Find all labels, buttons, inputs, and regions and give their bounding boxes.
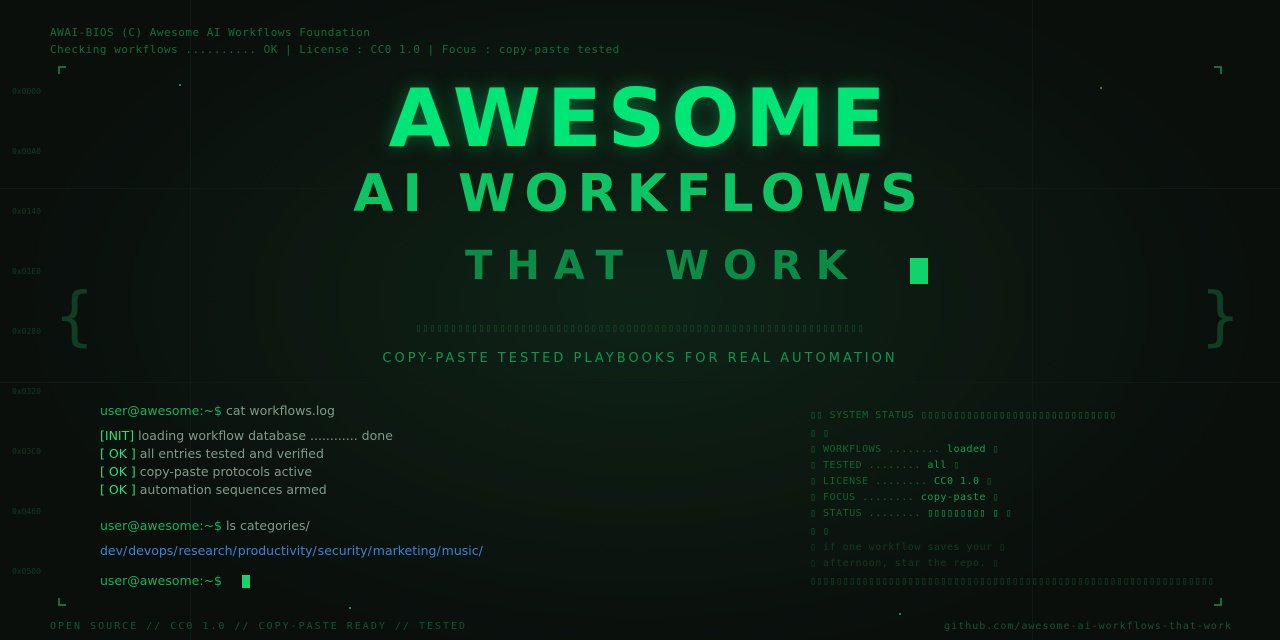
log-text: all entries tested and verified bbox=[139, 446, 324, 461]
log-line: [ OK ] all entries tested and verified bbox=[100, 446, 324, 461]
status-row: ▯ STATUS ........ ▯▯▯▯▯▯▯▯▯ ▯ ▯ bbox=[810, 508, 1012, 519]
status-end: ▯ bbox=[992, 444, 1000, 455]
log-text: automation sequences armed bbox=[139, 482, 327, 497]
status-value: all bbox=[927, 460, 947, 471]
status-end: ▯ bbox=[1005, 508, 1013, 519]
status-row: ▯ FOCUS ........ copy-paste ▯ bbox=[810, 492, 999, 503]
repo-link[interactable]: github.com/awesome-ai-workflows-that-wor… bbox=[944, 621, 1232, 632]
directory-listing: dev/ devops/ research/ productivity/ sec… bbox=[100, 543, 483, 558]
grid-line bbox=[0, 382, 1280, 383]
status-blank: ▯ ▯ bbox=[810, 428, 830, 439]
status-footer: ▯▯▯▯▯▯▯▯▯▯▯▯▯▯▯▯▯▯▯▯▯▯▯▯▯▯▯▯▯▯▯▯▯▯▯▯▯▯▯▯… bbox=[810, 576, 1215, 587]
status-label: ▯ STATUS ........ bbox=[810, 508, 921, 519]
status-label: ▯ WORKFLOWS ........ bbox=[810, 444, 941, 455]
status-row: ▯ LICENSE ........ CC0 1.0 ▯ bbox=[810, 476, 993, 487]
status-label: ▯ FOCUS ........ bbox=[810, 492, 915, 503]
decor-dot bbox=[349, 607, 351, 609]
frame-corner bbox=[58, 598, 66, 606]
log-line: [INIT] loading workflow database .......… bbox=[100, 428, 393, 443]
log-line: [ OK ] automation sequences armed bbox=[100, 482, 327, 497]
hero-subtitle: AI WORKFLOWS bbox=[353, 164, 927, 224]
status-row: ▯ TESTED ........ all ▯ bbox=[810, 460, 960, 471]
hero-title: AWESOME bbox=[388, 72, 892, 165]
bios-line-1: AWAI-BIOS (C) Awesome AI Workflows Found… bbox=[50, 26, 371, 39]
hero-tagline-big: THAT WORK bbox=[465, 243, 861, 289]
terminal-prompt: user@awesome:~$ bbox=[100, 518, 223, 533]
terminal-command: cat workflows.log bbox=[226, 403, 335, 418]
memory-address: 0x0500 bbox=[12, 567, 41, 576]
log-text: copy-paste protocols active bbox=[139, 464, 313, 479]
log-tag: [INIT] bbox=[100, 428, 135, 443]
status-value: copy-paste bbox=[920, 492, 987, 503]
status-header: ▯▯ SYSTEM STATUS ▯▯▯▯▯▯▯▯▯▯▯▯▯▯▯▯▯▯▯▯▯▯▯… bbox=[810, 410, 1117, 421]
bios-line-2: Checking workflows .......... OK | Licen… bbox=[50, 43, 620, 56]
terminal-prompt: user@awesome:~$ bbox=[100, 573, 223, 588]
left-brace: { bbox=[54, 280, 95, 354]
memory-address: 0x0320 bbox=[12, 387, 41, 396]
hero-tagline: COPY-PASTE TESTED PLAYBOOKS FOR REAL AUT… bbox=[382, 351, 898, 366]
status-end: ▯ bbox=[992, 492, 1000, 503]
memory-address: 0x01E0 bbox=[12, 267, 41, 276]
status-value: ▯▯▯▯▯▯▯▯▯ ▯ bbox=[927, 508, 1000, 519]
right-brace: } bbox=[1200, 280, 1241, 354]
memory-address: 0x0460 bbox=[12, 507, 41, 516]
status-note: ▯ afternoon, star the repo. ▯ bbox=[810, 558, 1000, 569]
status-value: CC0 1.0 bbox=[933, 476, 980, 487]
terminal-prompt: user@awesome:~$ bbox=[100, 403, 223, 418]
status-label: ▯ LICENSE ........ bbox=[810, 476, 928, 487]
glyph-divider: ▯▯▯▯▯▯▯▯▯▯▯▯▯▯▯▯▯▯▯▯▯▯▯▯▯▯▯▯▯▯▯▯▯▯▯▯▯▯▯▯… bbox=[415, 323, 865, 334]
frame-corner bbox=[1214, 598, 1222, 606]
status-end: ▯ bbox=[953, 460, 961, 471]
decor-dot bbox=[899, 613, 901, 615]
log-text: loading workflow database ............ d… bbox=[138, 428, 393, 443]
terminal-line: user@awesome:~$ cat workflows.log bbox=[100, 403, 335, 418]
terminal-line: user@awesome:~$ ls categories/ bbox=[100, 518, 310, 533]
bios-header: AWAI-BIOS (C) Awesome AI Workflows Found… bbox=[50, 24, 620, 58]
status-row: ▯ WORKFLOWS ........ loaded ▯ bbox=[810, 444, 999, 455]
footer-left: OPEN SOURCE // CC0 1.0 // COPY-PASTE REA… bbox=[50, 621, 468, 632]
log-tag: [ OK ] bbox=[100, 482, 136, 497]
blinking-cursor bbox=[910, 258, 928, 284]
terminal-command: ls categories/ bbox=[226, 518, 310, 533]
status-blank: ▯ ▯ bbox=[810, 526, 830, 537]
status-label: ▯ TESTED ........ bbox=[810, 460, 921, 471]
status-note: ▯ if one workflow saves your ▯ bbox=[810, 542, 1006, 553]
log-tag: [ OK ] bbox=[100, 464, 136, 479]
status-end: ▯ bbox=[986, 476, 993, 487]
terminal-input-line[interactable]: user@awesome:~$ bbox=[100, 573, 251, 588]
log-line: [ OK ] copy-paste protocols active bbox=[100, 464, 312, 479]
terminal-cursor bbox=[242, 575, 251, 588]
status-value: loaded bbox=[946, 444, 987, 455]
memory-address: 0x03C0 bbox=[12, 447, 41, 456]
log-tag: [ OK ] bbox=[100, 446, 136, 461]
